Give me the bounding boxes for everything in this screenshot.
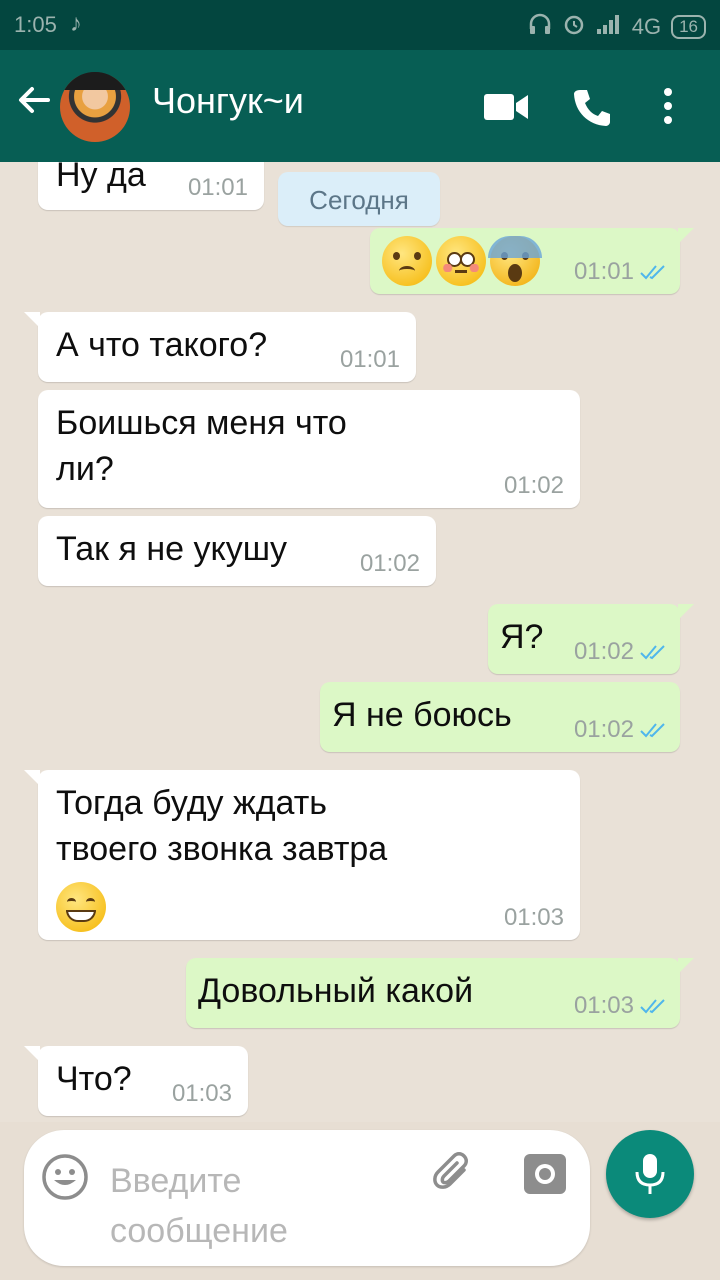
message-input[interactable]: Введите сообщение <box>110 1156 420 1256</box>
message-text: Я? <box>500 618 544 656</box>
message-time-value: 01:02 <box>573 716 634 743</box>
status-time: 1:05 <box>14 12 57 37</box>
message-incoming[interactable]: Так я не укушу 01:02 <box>38 516 436 586</box>
message-time: 01:03 <box>172 1080 232 1108</box>
double-check-icon <box>640 265 665 280</box>
camera-icon[interactable] <box>522 1152 568 1201</box>
video-call-icon[interactable] <box>482 86 530 131</box>
message-time: 01:01 <box>340 346 400 374</box>
voice-message-button[interactable] <box>606 1130 694 1218</box>
message-text: Что? <box>56 1060 132 1098</box>
attachment-clip-icon[interactable] <box>430 1150 478 1203</box>
alarm-icon <box>562 12 586 42</box>
music-note-icon: ♪ <box>70 10 82 37</box>
message-time-value: 01:02 <box>359 550 420 577</box>
message-outgoing[interactable]: Довольный какой 01:03 <box>186 958 694 1028</box>
message-outgoing[interactable]: Я? 01:02 <box>488 604 694 674</box>
status-bar: 1:05 ♪ 4G 16 <box>0 0 720 50</box>
message-time: 01:02 <box>574 638 668 666</box>
message-time: 01:02 <box>504 472 564 500</box>
message-text: Так я не укушу <box>56 530 287 568</box>
status-indicators: 4G 16 <box>528 12 706 42</box>
contact-name[interactable]: Чонгук~и <box>152 80 304 122</box>
microphone-icon <box>634 1152 666 1201</box>
message-incoming[interactable]: Ну да 01:01 <box>38 162 264 210</box>
message-text: Боишься меня что ли? <box>56 404 347 488</box>
message-time: 01:01 <box>188 174 248 202</box>
message-outgoing[interactable]: Я не боюсь 01:02 <box>320 682 680 752</box>
message-time: 01:02 <box>360 550 420 578</box>
message-time-value: 01:01 <box>339 346 400 373</box>
message-input-box[interactable]: Введите сообщение <box>24 1130 590 1266</box>
back-arrow-icon[interactable] <box>14 80 54 125</box>
screaming-face-emoji <box>488 236 542 286</box>
message-text: А что такого? <box>56 326 268 364</box>
message-text: Довольный какой <box>198 972 474 1010</box>
message-time-value: 01:03 <box>503 904 564 931</box>
double-check-icon <box>640 645 665 660</box>
message-time-value: 01:01 <box>573 258 634 285</box>
chat-header: Чонгук~и <box>0 50 720 162</box>
emoji-picker-icon[interactable] <box>40 1152 90 1207</box>
network-type: 4G <box>631 14 662 39</box>
message-incoming[interactable]: Тогда буду ждать твоего звонка завтра 01… <box>24 770 580 940</box>
message-time-value: 01:01 <box>187 174 248 201</box>
date-divider: Сегодня <box>278 172 440 226</box>
message-time-value: 01:03 <box>171 1080 232 1107</box>
headphones-icon <box>528 13 552 41</box>
contact-avatar[interactable] <box>60 72 130 142</box>
message-time-value: 01:02 <box>503 472 564 499</box>
message-time: 01:03 <box>504 904 564 932</box>
message-incoming[interactable]: А что такого? 01:01 <box>24 312 416 382</box>
battery-icon: 16 <box>671 15 706 39</box>
more-options-icon[interactable] <box>658 86 678 131</box>
grinning-face-emoji <box>56 882 106 932</box>
message-time-value: 01:03 <box>573 992 634 1019</box>
message-time-value: 01:02 <box>573 638 634 665</box>
message-time: 01:03 <box>574 992 668 1020</box>
message-outgoing[interactable]: 01:01 <box>370 228 694 294</box>
worried-face-emoji <box>382 236 432 286</box>
message-incoming[interactable]: Боишься меня что ли? 01:02 <box>38 390 580 508</box>
signal-icon <box>596 13 622 41</box>
message-incoming[interactable]: Что? 01:03 <box>24 1046 248 1116</box>
message-text: Ну да <box>56 162 146 194</box>
message-text: Тогда буду ждать твоего звонка завтра <box>56 784 388 868</box>
flushed-face-emoji <box>436 236 486 286</box>
emoji-row <box>382 236 544 286</box>
message-time: 01:02 <box>574 716 668 744</box>
message-time: 01:01 <box>574 258 668 286</box>
message-text: Я не боюсь <box>332 696 512 734</box>
message-list[interactable]: Ну да 01:01 Сегодня 01:01 А что такого? … <box>0 162 720 1122</box>
double-check-icon <box>640 723 665 738</box>
voice-call-icon[interactable] <box>570 86 614 135</box>
double-check-icon <box>640 999 665 1014</box>
